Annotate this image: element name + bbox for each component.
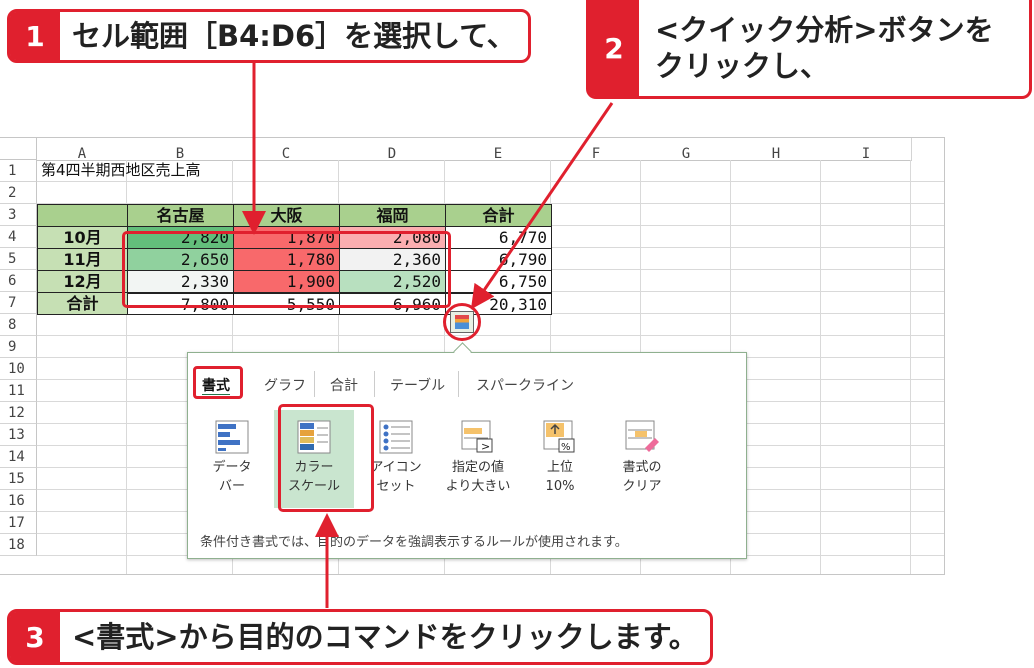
arrow-2 — [470, 102, 614, 310]
step-number: 2 — [589, 0, 639, 96]
callout-text: <クイック分析>ボタンを クリックし、 — [639, 12, 1006, 84]
callout-step-3: 3 <書式>から目的のコマンドをクリックします。 — [7, 609, 713, 665]
callout-step-2: 2 <クイック分析>ボタンを クリックし、 — [586, 0, 1032, 99]
step-number: 3 — [10, 612, 60, 662]
callout-step-1: 1 セル範囲［B4:D6］を選択して、 — [7, 9, 531, 63]
step-number: 1 — [10, 12, 60, 60]
callout-text-line: クリックし、 — [655, 49, 830, 83]
callout-text-line: <クイック分析>ボタンを — [655, 13, 994, 47]
callout-text: <書式>から目的のコマンドをクリックします。 — [72, 620, 698, 654]
pointer-arrows — [242, 60, 614, 608]
callout-text: セル範囲［B4:D6］を選択して、 — [72, 19, 516, 53]
